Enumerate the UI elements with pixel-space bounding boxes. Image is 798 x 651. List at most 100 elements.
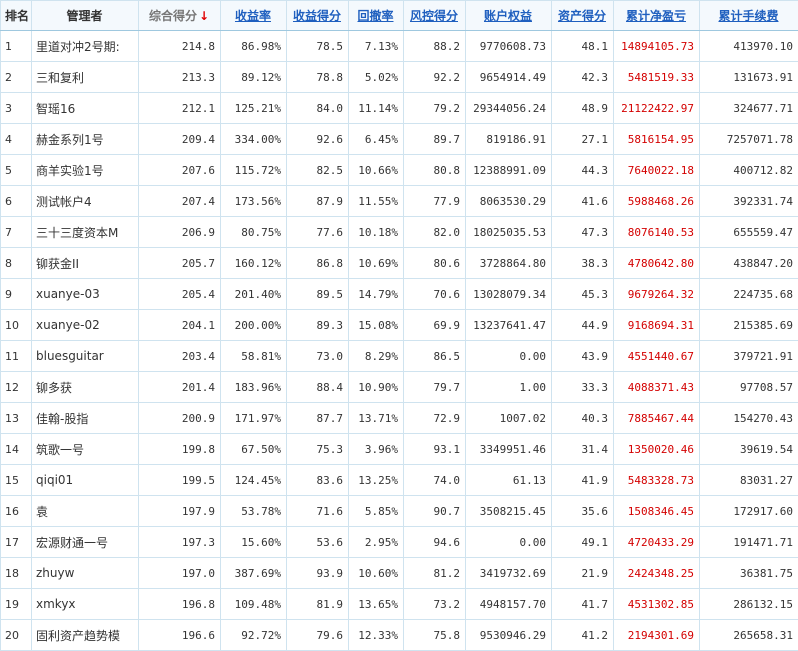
return-score-cell: 79.6 — [287, 620, 349, 651]
manager-cell: 智瑶16 — [32, 93, 139, 124]
drawdown-cell: 15.08% — [349, 310, 404, 341]
asset-score-cell: 43.9 — [552, 341, 614, 372]
manager-cell: 铆多获 — [32, 372, 139, 403]
asset-score-cell: 41.2 — [552, 620, 614, 651]
risk-score-cell: 69.9 — [404, 310, 466, 341]
table-row: 14筑歌一号199.867.50%75.33.96%93.13349951.46… — [1, 434, 798, 465]
risk-score-cell: 80.8 — [404, 155, 466, 186]
return-score-cell: 92.6 — [287, 124, 349, 155]
drawdown-cell: 13.25% — [349, 465, 404, 496]
drawdown-cell: 12.33% — [349, 620, 404, 651]
return-score-cell: 81.9 — [287, 589, 349, 620]
composite-score-cell: 205.4 — [139, 279, 221, 310]
net-profit-cell: 14894105.73 — [614, 31, 700, 62]
return-score-cell: 84.0 — [287, 93, 349, 124]
net-profit-cell: 4720433.29 — [614, 527, 700, 558]
header-drawdown[interactable]: 回撤率 — [349, 1, 404, 31]
table-row: 15qiqi01199.5124.45%83.613.25%74.061.134… — [1, 465, 798, 496]
rank-cell: 12 — [1, 372, 32, 403]
return-score-cell: 75.3 — [287, 434, 349, 465]
composite-score-cell: 207.4 — [139, 186, 221, 217]
asset-score-cell: 38.3 — [552, 248, 614, 279]
return-score-cell: 77.6 — [287, 217, 349, 248]
manager-cell: 固利资产趋势模 — [32, 620, 139, 651]
header-risk-score[interactable]: 风控得分 — [404, 1, 466, 31]
header-equity[interactable]: 账户权益 — [466, 1, 552, 31]
table-row: 3智瑶16212.1125.21%84.011.14%79.229344056.… — [1, 93, 798, 124]
drawdown-cell: 7.13% — [349, 31, 404, 62]
header-net-profit[interactable]: 累计净盈亏 — [614, 1, 700, 31]
header-return-rate[interactable]: 收益率 — [221, 1, 287, 31]
asset-score-cell: 40.3 — [552, 403, 614, 434]
rank-cell: 20 — [1, 620, 32, 651]
composite-score-cell: 204.1 — [139, 310, 221, 341]
risk-score-cell: 77.9 — [404, 186, 466, 217]
header-composite-label[interactable]: 综合得分 — [149, 9, 197, 23]
return-rate-cell: 92.72% — [221, 620, 287, 651]
table-row: 13佳翰-股指200.9171.97%87.713.71%72.91007.02… — [1, 403, 798, 434]
composite-score-cell: 205.7 — [139, 248, 221, 279]
composite-score-cell: 214.8 — [139, 31, 221, 62]
header-asset-score[interactable]: 资产得分 — [552, 1, 614, 31]
composite-score-cell: 207.6 — [139, 155, 221, 186]
equity-cell: 18025035.53 — [466, 217, 552, 248]
return-rate-cell: 115.72% — [221, 155, 287, 186]
rank-cell: 4 — [1, 124, 32, 155]
net-profit-cell: 7640022.18 — [614, 155, 700, 186]
rank-cell: 17 — [1, 527, 32, 558]
drawdown-cell: 10.66% — [349, 155, 404, 186]
equity-cell: 3419732.69 — [466, 558, 552, 589]
asset-score-cell: 21.9 — [552, 558, 614, 589]
risk-score-cell: 73.2 — [404, 589, 466, 620]
return-rate-cell: 160.12% — [221, 248, 287, 279]
header-composite-score[interactable]: 综合得分↓ — [139, 1, 221, 31]
drawdown-cell: 6.45% — [349, 124, 404, 155]
asset-score-cell: 45.3 — [552, 279, 614, 310]
risk-score-cell: 79.2 — [404, 93, 466, 124]
fees-cell: 324677.71 — [700, 93, 798, 124]
composite-score-cell: 197.0 — [139, 558, 221, 589]
composite-score-cell: 196.6 — [139, 620, 221, 651]
risk-score-cell: 89.7 — [404, 124, 466, 155]
return-rate-cell: 58.81% — [221, 341, 287, 372]
return-score-cell: 88.4 — [287, 372, 349, 403]
fees-cell: 265658.31 — [700, 620, 798, 651]
manager-cell: xuanye-02 — [32, 310, 139, 341]
table-row: 18zhuyw197.0387.69%93.910.60%81.23419732… — [1, 558, 798, 589]
sort-desc-icon[interactable]: ↓ — [199, 9, 209, 23]
header-fees[interactable]: 累计手续费 — [700, 1, 798, 31]
net-profit-cell: 9168694.31 — [614, 310, 700, 341]
return-score-cell: 73.0 — [287, 341, 349, 372]
fees-cell: 97708.57 — [700, 372, 798, 403]
rank-cell: 19 — [1, 589, 32, 620]
drawdown-cell: 13.65% — [349, 589, 404, 620]
return-rate-cell: 125.21% — [221, 93, 287, 124]
return-score-cell: 87.7 — [287, 403, 349, 434]
table-header-row: 排名 管理者 综合得分↓ 收益率 收益得分 回撤率 风控得分 账户权益 资产得分… — [1, 1, 798, 31]
table-row: 12铆多获201.4183.96%88.410.90%79.71.0033.34… — [1, 372, 798, 403]
manager-cell: 测试帐户4 — [32, 186, 139, 217]
rank-cell: 1 — [1, 31, 32, 62]
table-row: 6测试帐户4207.4173.56%87.911.55%77.98063530.… — [1, 186, 798, 217]
asset-score-cell: 47.3 — [552, 217, 614, 248]
ranking-table: 排名 管理者 综合得分↓ 收益率 收益得分 回撤率 风控得分 账户权益 资产得分… — [0, 0, 798, 651]
return-score-cell: 89.3 — [287, 310, 349, 341]
return-score-cell: 93.9 — [287, 558, 349, 589]
net-profit-cell: 9679264.32 — [614, 279, 700, 310]
fees-cell: 7257071.78 — [700, 124, 798, 155]
asset-score-cell: 35.6 — [552, 496, 614, 527]
net-profit-cell: 2424348.25 — [614, 558, 700, 589]
net-profit-cell: 4780642.80 — [614, 248, 700, 279]
risk-score-cell: 70.6 — [404, 279, 466, 310]
equity-cell: 0.00 — [466, 527, 552, 558]
return-score-cell: 78.5 — [287, 31, 349, 62]
drawdown-cell: 10.60% — [349, 558, 404, 589]
return-score-cell: 71.6 — [287, 496, 349, 527]
asset-score-cell: 27.1 — [552, 124, 614, 155]
rank-cell: 13 — [1, 403, 32, 434]
rank-cell: 2 — [1, 62, 32, 93]
manager-cell: 三十三度资本M — [32, 217, 139, 248]
header-return-score[interactable]: 收益得分 — [287, 1, 349, 31]
drawdown-cell: 10.69% — [349, 248, 404, 279]
risk-score-cell: 79.7 — [404, 372, 466, 403]
